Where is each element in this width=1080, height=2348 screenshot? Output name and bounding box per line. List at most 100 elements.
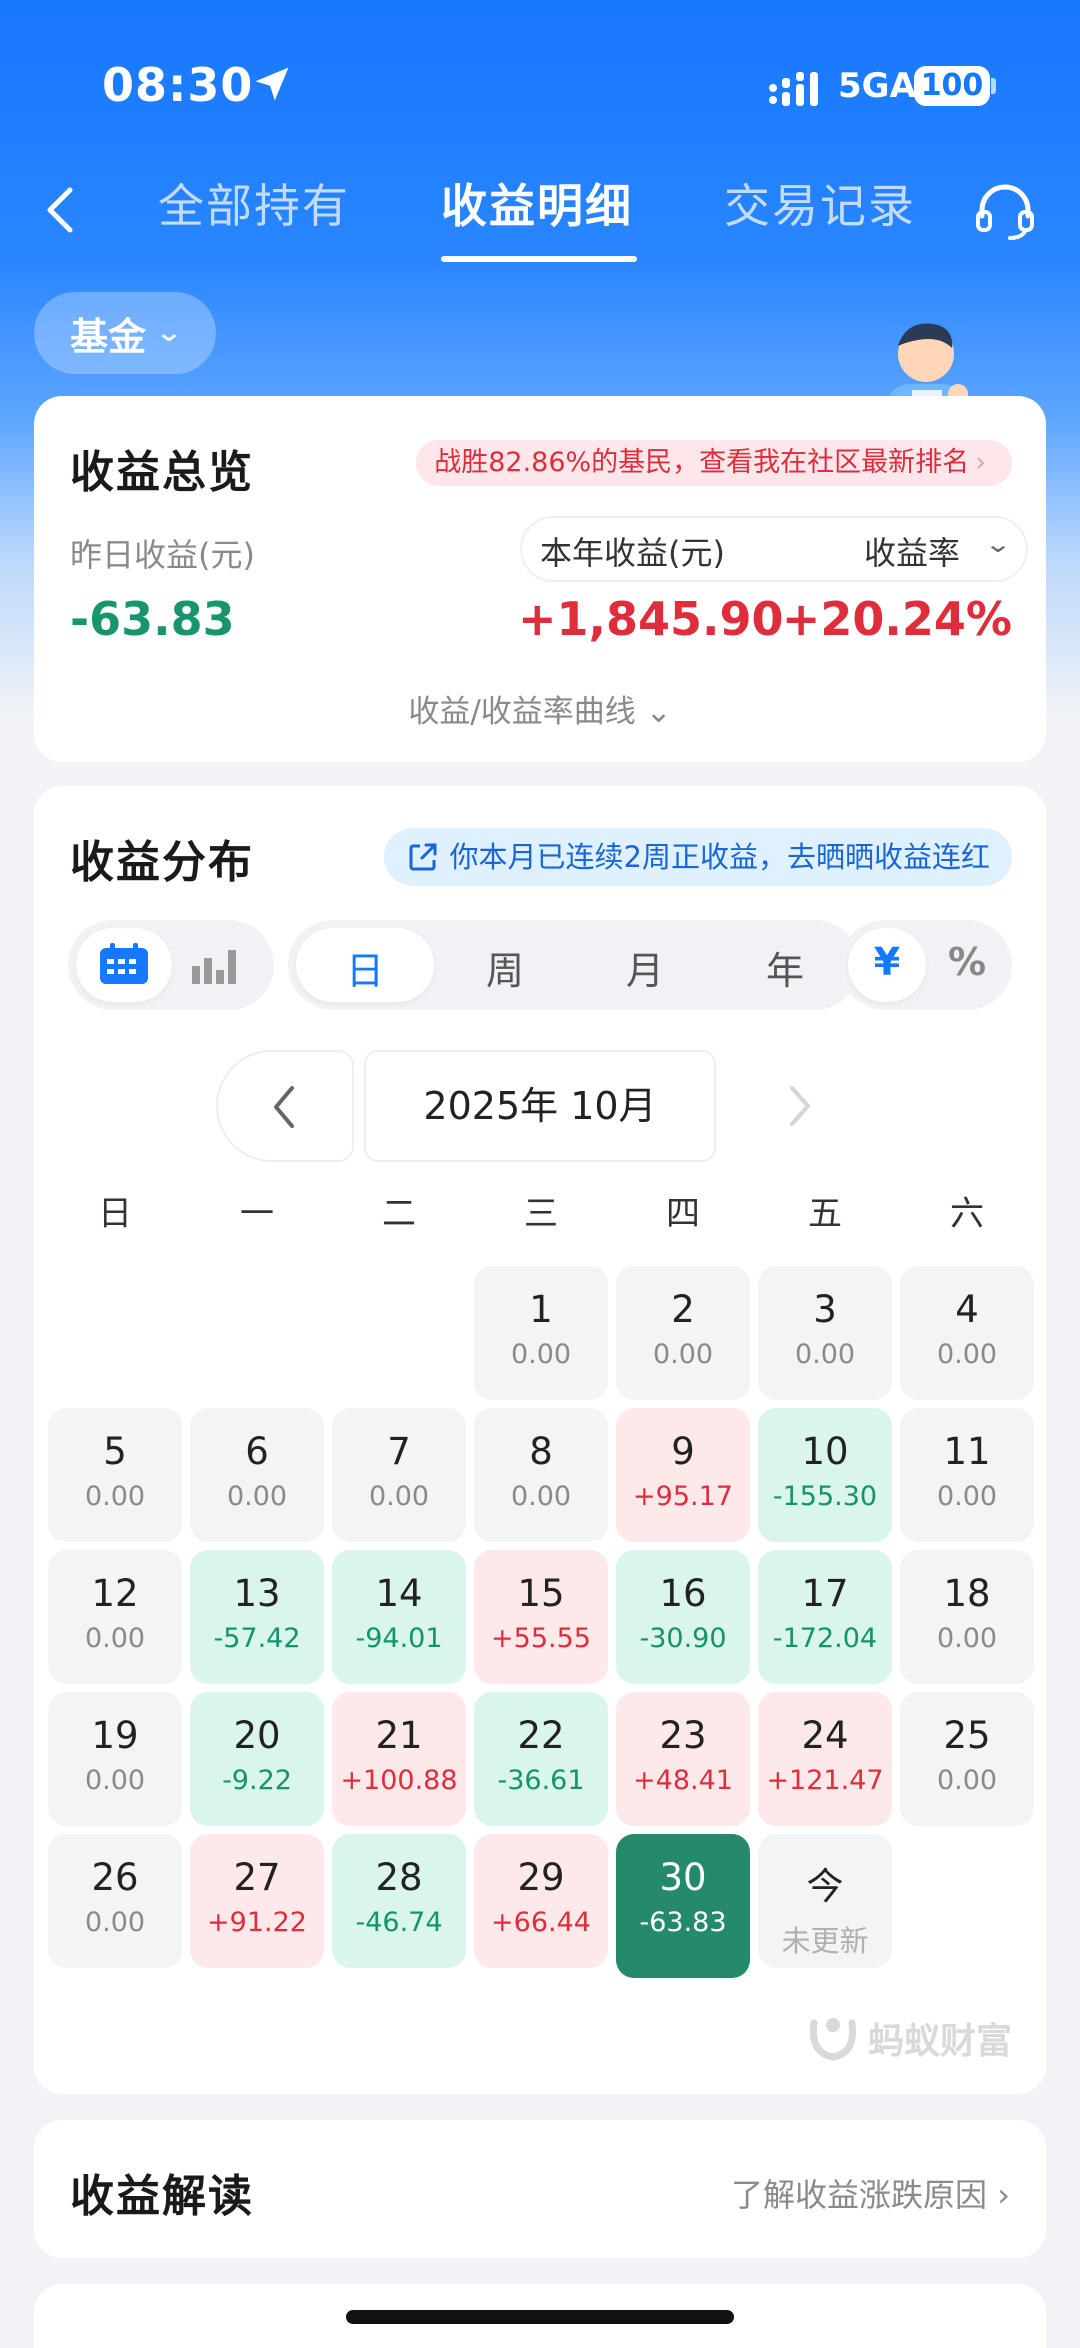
status-time: 08:30 [102,58,254,112]
ranking-banner[interactable]: 战胜82.86%的基民，查看我在社区最新排名 › [416,440,1012,486]
day-number: 3 [813,1288,837,1331]
calendar-day[interactable]: 27 +91.22 [190,1834,324,1968]
unit-yuan[interactable]: ¥ [848,940,926,984]
day-earnings: +100.88 [340,1765,458,1796]
bar-chart-icon[interactable] [188,946,238,986]
calendar-day[interactable]: 28 -46.74 [332,1834,466,1968]
period-week[interactable]: 周 [436,940,574,995]
tab-all-holdings[interactable]: 全部持有 [158,170,350,236]
earnings-overview-card: 收益总览 战胜82.86%的基民，查看我在社区最新排名 › 昨日收益(元) 本年收… [34,396,1046,762]
unit-percent[interactable]: % [928,940,1006,984]
period-year[interactable]: 年 [716,940,854,995]
calendar-day[interactable]: 18 0.00 [900,1550,1034,1684]
calendar-day[interactable]: 21 +100.88 [332,1692,466,1826]
day-number: 30 [659,1856,707,1899]
status-bar: 08:30 5GA 100 [0,0,1080,170]
day-earnings: -94.01 [355,1623,443,1654]
day-number: 17 [801,1572,849,1615]
calendar-day[interactable]: 26 0.00 [48,1834,182,1968]
day-number: 28 [375,1856,423,1899]
calendar-day[interactable]: 22 -36.61 [474,1692,608,1826]
share-icon [409,843,437,871]
share-streak-banner[interactable]: 你本月已连续2周正收益，去晒晒收益连红 [383,828,1012,886]
period-month[interactable]: 月 [576,940,714,995]
calendar-day[interactable]: 20 -9.22 [190,1692,324,1826]
calendar-day[interactable]: 12 0.00 [48,1550,182,1684]
calendar-day[interactable]: 9 +95.17 [616,1408,750,1542]
brand-name: 蚂蚁财富 [867,2021,1012,2062]
calendar-day[interactable]: 3 0.00 [758,1266,892,1400]
calendar-day[interactable]: 5 0.00 [48,1408,182,1542]
curve-link-label: 收益/收益率曲线 [408,694,636,730]
calendar-day[interactable]: 1 0.00 [474,1266,608,1400]
overview-title: 收益总览 [70,447,254,498]
day-number: 18 [943,1572,991,1615]
calendar-day[interactable]: 29 +66.44 [474,1834,608,1968]
yesterday-earnings-label: 昨日收益(元) [70,536,255,574]
day-number: 16 [659,1572,707,1615]
calendar-day[interactable]: 25 0.00 [900,1692,1034,1826]
day-earnings: -63.83 [639,1907,727,1938]
calendar-day[interactable]: 8 0.00 [474,1408,608,1542]
calendar-icon [100,943,148,984]
calendar-day[interactable]: 13 -57.42 [190,1550,324,1684]
tab-transaction-records[interactable]: 交易记录 [724,170,916,236]
calendar-day-selected[interactable]: 30 -63.83 [616,1834,750,1978]
day-earnings: 0.00 [226,1481,288,1512]
year-earnings-value: +1,845.90 [518,592,784,646]
period-day[interactable]: 日 [296,940,434,995]
day-earnings: +95.17 [633,1481,733,1512]
back-icon[interactable] [36,178,86,242]
weekday-label: 二 [382,1194,416,1234]
tab-earnings-detail[interactable]: 收益明细 [441,170,633,236]
calendar-day[interactable]: 今未更新 [758,1834,892,1968]
weekday-label: 三 [524,1194,558,1234]
day-earnings: -155.30 [772,1481,878,1512]
ranking-text: 战胜82.86%的基民，查看我在社区最新排名 [434,447,970,478]
curve-toggle[interactable]: 收益/收益率曲线 ⌄ [34,686,1046,731]
calendar-day[interactable]: 16 -30.90 [616,1550,750,1684]
day-earnings: +121.47 [766,1765,884,1796]
day-number: 29 [517,1856,565,1899]
battery-icon: 100 [914,66,990,106]
calendar-day[interactable]: 4 0.00 [900,1266,1034,1400]
calendar-day[interactable]: 19 0.00 [48,1692,182,1826]
calendar-day[interactable]: 6 0.00 [190,1408,324,1542]
weekday-label: 六 [950,1194,984,1234]
analysis-link[interactable]: 了解收益涨跌原因 › [731,2170,1010,2216]
day-earnings: 0.00 [652,1339,714,1370]
year-earnings-label: 本年收益(元) [540,534,725,572]
calendar-day[interactable]: 24 +121.47 [758,1692,892,1826]
location-arrow-icon [255,67,289,101]
unit-toggle: ¥ % [840,920,1012,1010]
chevron-down-icon: ⌄ [154,318,184,348]
day-earnings: -172.04 [772,1623,878,1654]
calendar-day[interactable]: 7 0.00 [332,1408,466,1542]
active-tab-indicator [441,256,637,262]
calendar-view-button[interactable] [76,928,172,1002]
day-number: 今 [806,1865,844,1908]
day-earnings: +66.44 [491,1907,591,1938]
weekday-label: 四 [666,1194,700,1234]
day-number: 24 [801,1714,849,1757]
calendar-day[interactable]: 2 0.00 [616,1266,750,1400]
year-rate-selector[interactable]: 本年收益(元) 收益率 ⌄ [520,516,1028,582]
calendar-day[interactable]: 10 -155.30 [758,1408,892,1542]
day-earnings: 未更新 [781,1924,869,1958]
day-earnings: -46.74 [355,1907,443,1938]
chevron-down-icon: ⌄ [645,694,672,730]
customer-service-icon[interactable] [972,178,1038,244]
analysis-link-label: 了解收益涨跌原因 [731,2176,988,2214]
day-number: 8 [529,1430,553,1473]
calendar-day[interactable]: 23 +48.41 [616,1692,750,1826]
prev-month-button[interactable] [216,1050,354,1162]
signal-icon [769,72,818,106]
calendar-day[interactable]: 11 0.00 [900,1408,1034,1542]
earnings-analysis-card[interactable]: 收益解读 了解收益涨跌原因 › [34,2120,1046,2258]
day-earnings: 0.00 [936,1481,998,1512]
calendar-day[interactable]: 17 -172.04 [758,1550,892,1684]
calendar-day[interactable]: 14 -94.01 [332,1550,466,1684]
next-month-button[interactable] [780,1076,820,1136]
calendar-day[interactable]: 15 +55.55 [474,1550,608,1684]
asset-type-filter[interactable]: 基金 ⌄ [34,292,216,374]
